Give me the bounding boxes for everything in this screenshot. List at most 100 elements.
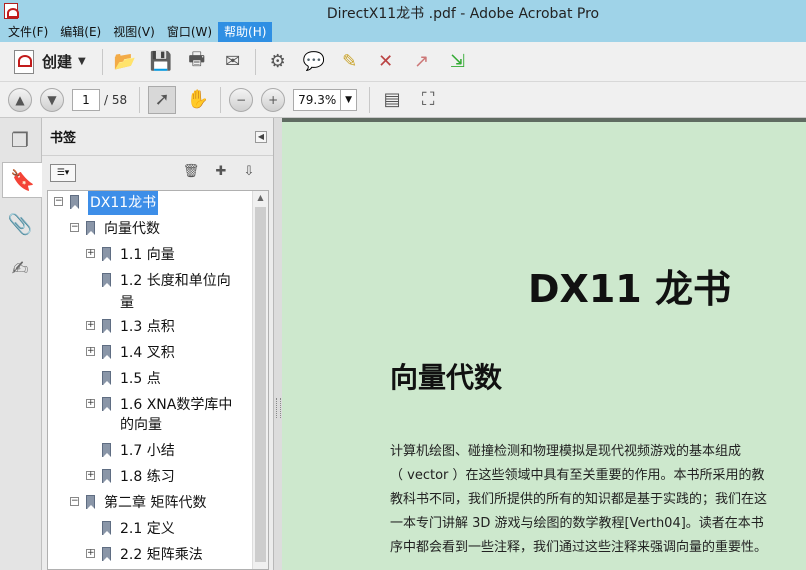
bookmark-icon	[102, 521, 111, 535]
body-paragraph: 计算机绘图、碰撞检测和物理模拟是现代视频游戏的基本组成 （ vector ）在这…	[390, 440, 806, 560]
bookmark-vector-algebra[interactable]: − 向量代数	[48, 217, 253, 241]
zoom-in-icon[interactable]: +	[261, 87, 286, 112]
window-title: DirectX11龙书 .pdf - Adobe Acrobat Pro	[326, 6, 600, 22]
bookmark-dx11[interactable]: − DX11龙书	[48, 191, 253, 215]
panel-title: 书签	[50, 131, 77, 146]
full-screen-icon[interactable]: ⛶	[414, 86, 442, 114]
expand-toggle-icon[interactable]: +	[86, 471, 95, 480]
bookmark-icon	[70, 195, 79, 209]
create-button[interactable]: 创建 ▼	[8, 47, 92, 77]
paragraph-line: 教科书不同，我们所提供的所有的知识都是基于实践的；我们在这	[390, 492, 768, 507]
menu-bar: 文件(F) 编辑(E) 视图(V) 窗口(W) 帮助(H)	[0, 22, 806, 42]
bookmark-1-4[interactable]: + 1.4 叉积	[48, 341, 253, 365]
paragraph-line: （ vector ）在这些领域中具有至关重要的作用。本书所采用的教	[390, 468, 765, 483]
hand-tool-icon[interactable]: ✋	[184, 86, 212, 114]
bookmark-chapter-2[interactable]: − 第二章 矩阵代数	[48, 491, 253, 515]
toolbar-divider	[139, 86, 141, 113]
bookmarks-toolbar: ☰▾ 🗑 ✚ ⇩	[42, 156, 273, 190]
title-bar: DirectX11龙书 .pdf - Adobe Acrobat Pro	[0, 0, 806, 22]
new-bookmark-icon[interactable]: ✚	[212, 164, 230, 182]
review-icon[interactable]: ✕	[372, 48, 400, 76]
zoom-value: 79.3%	[298, 92, 337, 107]
expand-toggle-icon[interactable]: +	[86, 399, 95, 408]
bookmark-1-6[interactable]: + 1.6 XNA数学库中 的向量	[48, 393, 253, 441]
bookmarks-icon[interactable]: 🔖	[2, 162, 42, 198]
bookmark-icon	[102, 469, 111, 483]
bookmark-tree: − DX11龙书 − 向量代数 + 1.1 向量 1.2 长度和单位向 量 + …	[47, 190, 269, 570]
menu-help[interactable]: 帮助(H)	[218, 22, 273, 42]
expand-toggle-icon[interactable]: +	[86, 249, 95, 258]
paragraph-line: 一本专门讲解 3D 游戏与绘图的数学教程[Verth04]。读者在本书	[390, 516, 764, 531]
bookmark-icon	[86, 495, 95, 509]
bookmark-icon	[102, 319, 111, 333]
page-number-input[interactable]: 1	[72, 88, 100, 111]
paragraph-line: 序中都会看到一些注释，我们通过这些注释来强调向量的重要性。	[390, 540, 768, 555]
options-menu-icon[interactable]: ☰▾	[50, 164, 76, 182]
toolbar-divider	[369, 86, 371, 113]
panel-splitter[interactable]	[274, 118, 282, 570]
toolbar-divider	[101, 48, 103, 75]
email-icon[interactable]: ✉	[219, 48, 247, 76]
collapse-toggle-icon[interactable]: −	[70, 223, 79, 232]
bookmark-1-3[interactable]: + 1.3 点积	[48, 315, 253, 339]
expand-toggle-icon[interactable]: +	[86, 549, 95, 558]
main-toolbar: 创建 ▼ 📂 💾 🖶 ✉ ⚙ 💬 ✎ ✕ ↗ ⇲	[0, 42, 806, 82]
scrollbar-thumb[interactable]	[255, 207, 266, 562]
scroll-up-icon[interactable]: ▲	[253, 191, 268, 205]
pdf-page: DX11 龙书 向量代数 计算机绘图、碰撞检测和物理模拟是现代视频游戏的基本组成…	[282, 122, 806, 570]
page-thumbnails-icon[interactable]: ❐	[4, 122, 36, 158]
bookmark-1-1[interactable]: + 1.1 向量	[48, 243, 253, 267]
bookmarks-panel: 书签 ◀ ☰▾ 🗑 ✚ ⇩ − DX11龙书 − 向量代数 + 1.1 向量 1…	[42, 118, 274, 570]
select-cursor-icon[interactable]: ➚	[148, 85, 177, 114]
bookmark-icon	[102, 247, 111, 261]
print-icon[interactable]: 🖶	[183, 48, 211, 76]
zoom-out-icon[interactable]: −	[229, 87, 254, 112]
fit-page-icon[interactable]: ▤	[378, 86, 406, 114]
next-page-icon[interactable]: ▼	[40, 87, 64, 112]
page-total: / 58	[104, 92, 128, 107]
bookmark-scrollbar[interactable]: ▲	[252, 191, 268, 569]
bookmark-icon	[102, 273, 111, 287]
menu-view[interactable]: 视图(V)	[107, 22, 161, 42]
expand-toggle-icon[interactable]: +	[86, 347, 95, 356]
comment-icon[interactable]: 💬	[300, 48, 328, 76]
highlight-text-icon[interactable]: ✎	[336, 48, 364, 76]
chevron-down-icon: ▼	[78, 56, 86, 67]
collapse-toggle-icon[interactable]: −	[70, 497, 79, 506]
open-folder-icon[interactable]: 📂	[111, 48, 139, 76]
bookmark-2-2[interactable]: + 2.2 矩阵乘法	[48, 543, 253, 567]
navigation-rail: ❐ 🔖 📎 ✍	[0, 118, 42, 570]
bookmark-icon	[102, 443, 111, 457]
chevron-down-icon: ▼	[340, 89, 356, 110]
toolbar-divider	[220, 86, 222, 113]
export-icon[interactable]: ↗	[408, 48, 436, 76]
bookmark-icon	[102, 371, 111, 385]
share-icon[interactable]: ⇲	[444, 48, 472, 76]
collapse-panel-icon[interactable]: ◀	[255, 131, 267, 143]
signatures-icon[interactable]: ✍	[4, 250, 36, 286]
bookmark-icon	[102, 547, 111, 561]
expand-toggle-icon[interactable]: +	[86, 321, 95, 330]
zoom-select[interactable]: 79.3% ▼	[293, 88, 358, 111]
create-pdf-icon	[14, 49, 34, 74]
document-view[interactable]: DX11 龙书 向量代数 计算机绘图、碰撞检测和物理模拟是现代视频游戏的基本组成…	[282, 118, 806, 570]
expand-bookmark-icon[interactable]: ⇩	[240, 164, 258, 182]
bookmark-2-1[interactable]: 2.1 定义	[48, 517, 253, 541]
delete-bookmark-icon[interactable]: 🗑	[182, 164, 200, 182]
previous-page-icon[interactable]: ▲	[8, 87, 32, 112]
attachments-icon[interactable]: 📎	[4, 206, 36, 242]
paragraph-line: 计算机绘图、碰撞检测和物理模拟是现代视频游戏的基本组成	[390, 444, 742, 459]
bookmark-1-5[interactable]: 1.5 点	[48, 367, 253, 391]
menu-file[interactable]: 文件(F)	[2, 22, 54, 42]
bookmark-icon	[102, 397, 111, 411]
document-title: DX11 龙书	[528, 267, 731, 311]
menu-edit[interactable]: 编辑(E)	[54, 22, 107, 42]
bookmark-1-2[interactable]: 1.2 长度和单位向 量	[48, 269, 253, 317]
bookmark-1-8[interactable]: + 1.8 练习	[48, 465, 253, 489]
section-heading: 向量代数	[390, 361, 503, 394]
settings-gear-icon[interactable]: ⚙	[264, 48, 292, 76]
menu-window[interactable]: 窗口(W)	[161, 22, 218, 42]
collapse-toggle-icon[interactable]: −	[54, 197, 63, 206]
save-icon[interactable]: 💾	[147, 48, 175, 76]
bookmark-1-7[interactable]: 1.7 小结	[48, 439, 253, 463]
